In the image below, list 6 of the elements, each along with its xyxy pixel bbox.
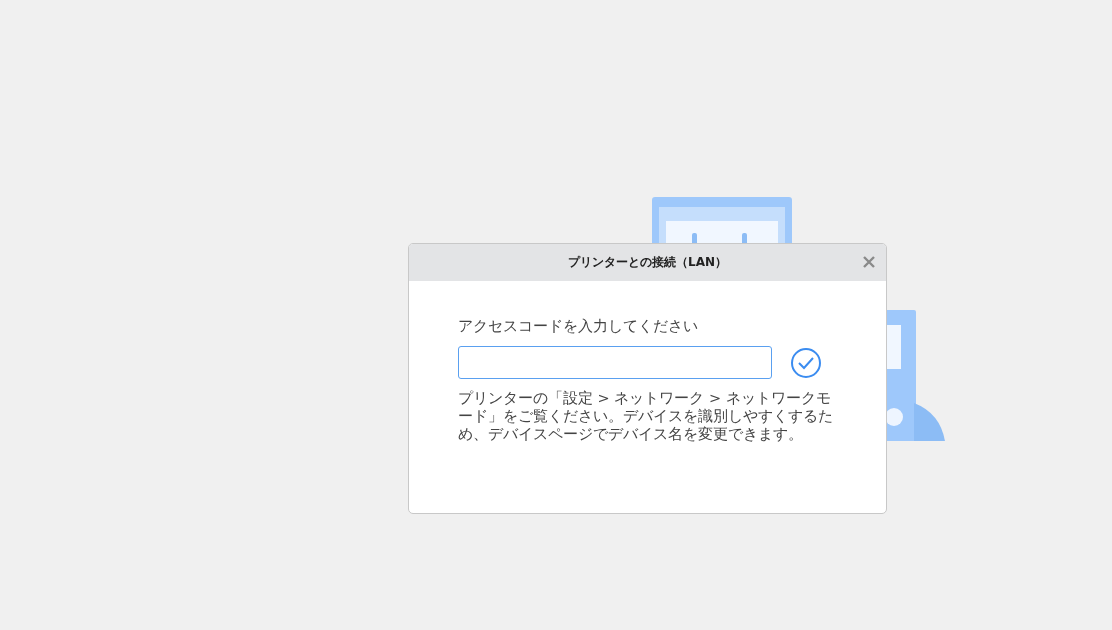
close-icon[interactable] xyxy=(862,255,876,269)
check-icon[interactable] xyxy=(790,346,822,379)
prompt-label: アクセスコードを入力してください xyxy=(458,317,699,336)
access-code-field[interactable] xyxy=(458,346,772,379)
dialog-title: プリンターとの接続（LAN） xyxy=(568,254,727,271)
hint-text: プリンターの「設定 > ネットワーク > ネットワークモード」をご覧ください。デバイスを識別しやすくするため、デバイスページでデバイス名を変更できます。 xyxy=(458,389,834,444)
